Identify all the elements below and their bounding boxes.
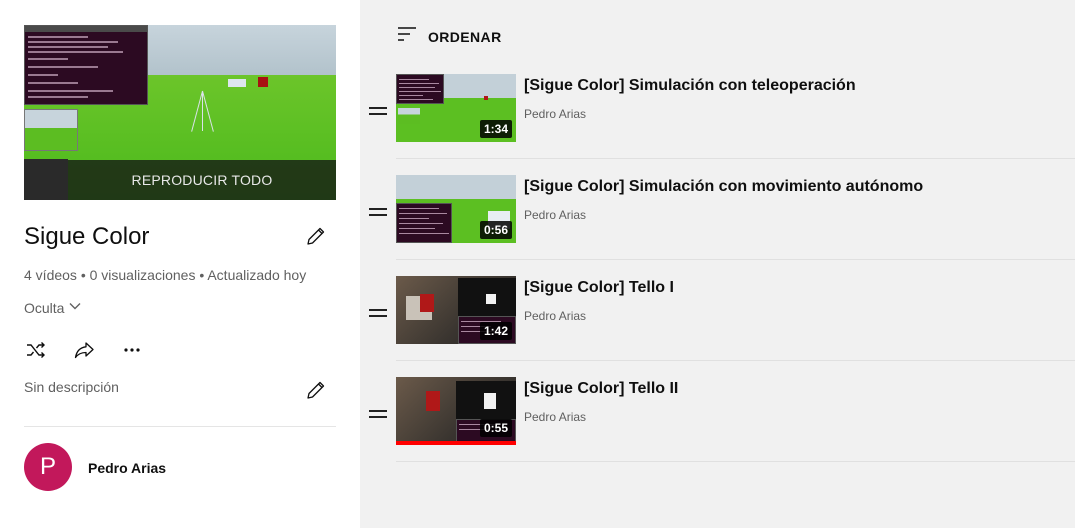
sort-label: ORDENAR	[428, 28, 502, 45]
video-thumbnail[interactable]: 0:56	[396, 175, 516, 243]
playlist-hero-thumbnail[interactable]: REPRODUCIR TODO	[24, 25, 336, 200]
privacy-label: Oculta	[24, 299, 65, 316]
hero-mini-view	[24, 109, 78, 151]
list-item[interactable]: 1:42 [Sigue Color] Tello I Pedro Arias	[360, 276, 1075, 377]
play-all-button[interactable]: REPRODUCIR TODO	[68, 160, 336, 200]
drag-handle-icon[interactable]	[369, 208, 387, 218]
shuffle-icon[interactable]	[24, 338, 48, 362]
video-channel[interactable]: Pedro Arias	[524, 107, 586, 121]
video-title[interactable]: [Sigue Color] Tello I	[524, 279, 674, 297]
video-channel[interactable]: Pedro Arias	[524, 410, 586, 424]
video-duration: 1:42	[479, 322, 512, 340]
avatar-initial: P	[39, 453, 56, 480]
video-channel[interactable]: Pedro Arias	[524, 309, 586, 323]
drag-handle-icon[interactable]	[369, 107, 387, 117]
hero-left-strip	[24, 159, 68, 200]
sort-icon	[398, 26, 416, 47]
edit-description-icon[interactable]	[304, 378, 328, 402]
watched-progress-bar	[396, 441, 516, 445]
video-duration: 0:56	[479, 221, 512, 239]
avatar[interactable]: P	[24, 443, 72, 491]
video-channel[interactable]: Pedro Arias	[524, 208, 586, 222]
share-icon[interactable]	[72, 338, 96, 362]
privacy-dropdown[interactable]: Oculta	[24, 299, 82, 316]
playlist-meta: 4 vídeos • 0 visualizaciones • Actualiza…	[24, 267, 307, 283]
row-divider	[396, 360, 1075, 361]
video-title[interactable]: [Sigue Color] Simulación con movimiento …	[524, 178, 923, 196]
list-item[interactable]: 1:34 [Sigue Color] Simulación con teleop…	[360, 74, 1075, 175]
playlist-sidebar: REPRODUCIR TODO Sigue Color 4 vídeos • 0…	[0, 0, 360, 528]
more-icon[interactable]	[120, 338, 144, 362]
sort-button[interactable]: ORDENAR	[398, 26, 502, 47]
edit-title-icon[interactable]	[304, 224, 328, 248]
row-divider	[396, 461, 1075, 462]
drag-handle-icon[interactable]	[369, 410, 387, 420]
row-divider	[396, 259, 1075, 260]
hero-terminal	[24, 25, 148, 105]
drag-handle-icon[interactable]	[369, 309, 387, 319]
list-item[interactable]: 0:56 [Sigue Color] Simulación con movimi…	[360, 175, 1075, 276]
playlist-description: Sin descripción	[24, 379, 119, 395]
playlist-title: Sigue Color	[24, 223, 150, 250]
video-title[interactable]: [Sigue Color] Tello II	[524, 380, 678, 398]
video-duration: 0:55	[479, 419, 512, 437]
hero-sign	[228, 79, 246, 87]
chevron-down-icon	[68, 299, 82, 316]
divider	[24, 426, 336, 427]
video-title[interactable]: [Sigue Color] Simulación con teleoperaci…	[524, 77, 856, 95]
hero-red-cube	[258, 77, 268, 87]
list-item[interactable]: 0:55 [Sigue Color] Tello II Pedro Arias	[360, 377, 1075, 478]
video-duration: 1:34	[479, 120, 512, 138]
owner-name[interactable]: Pedro Arias	[88, 460, 166, 476]
video-thumbnail[interactable]: 1:34	[396, 74, 516, 142]
video-thumbnail[interactable]: 1:42	[396, 276, 516, 344]
row-divider	[396, 158, 1075, 159]
video-thumbnail[interactable]: 0:55	[396, 377, 516, 445]
